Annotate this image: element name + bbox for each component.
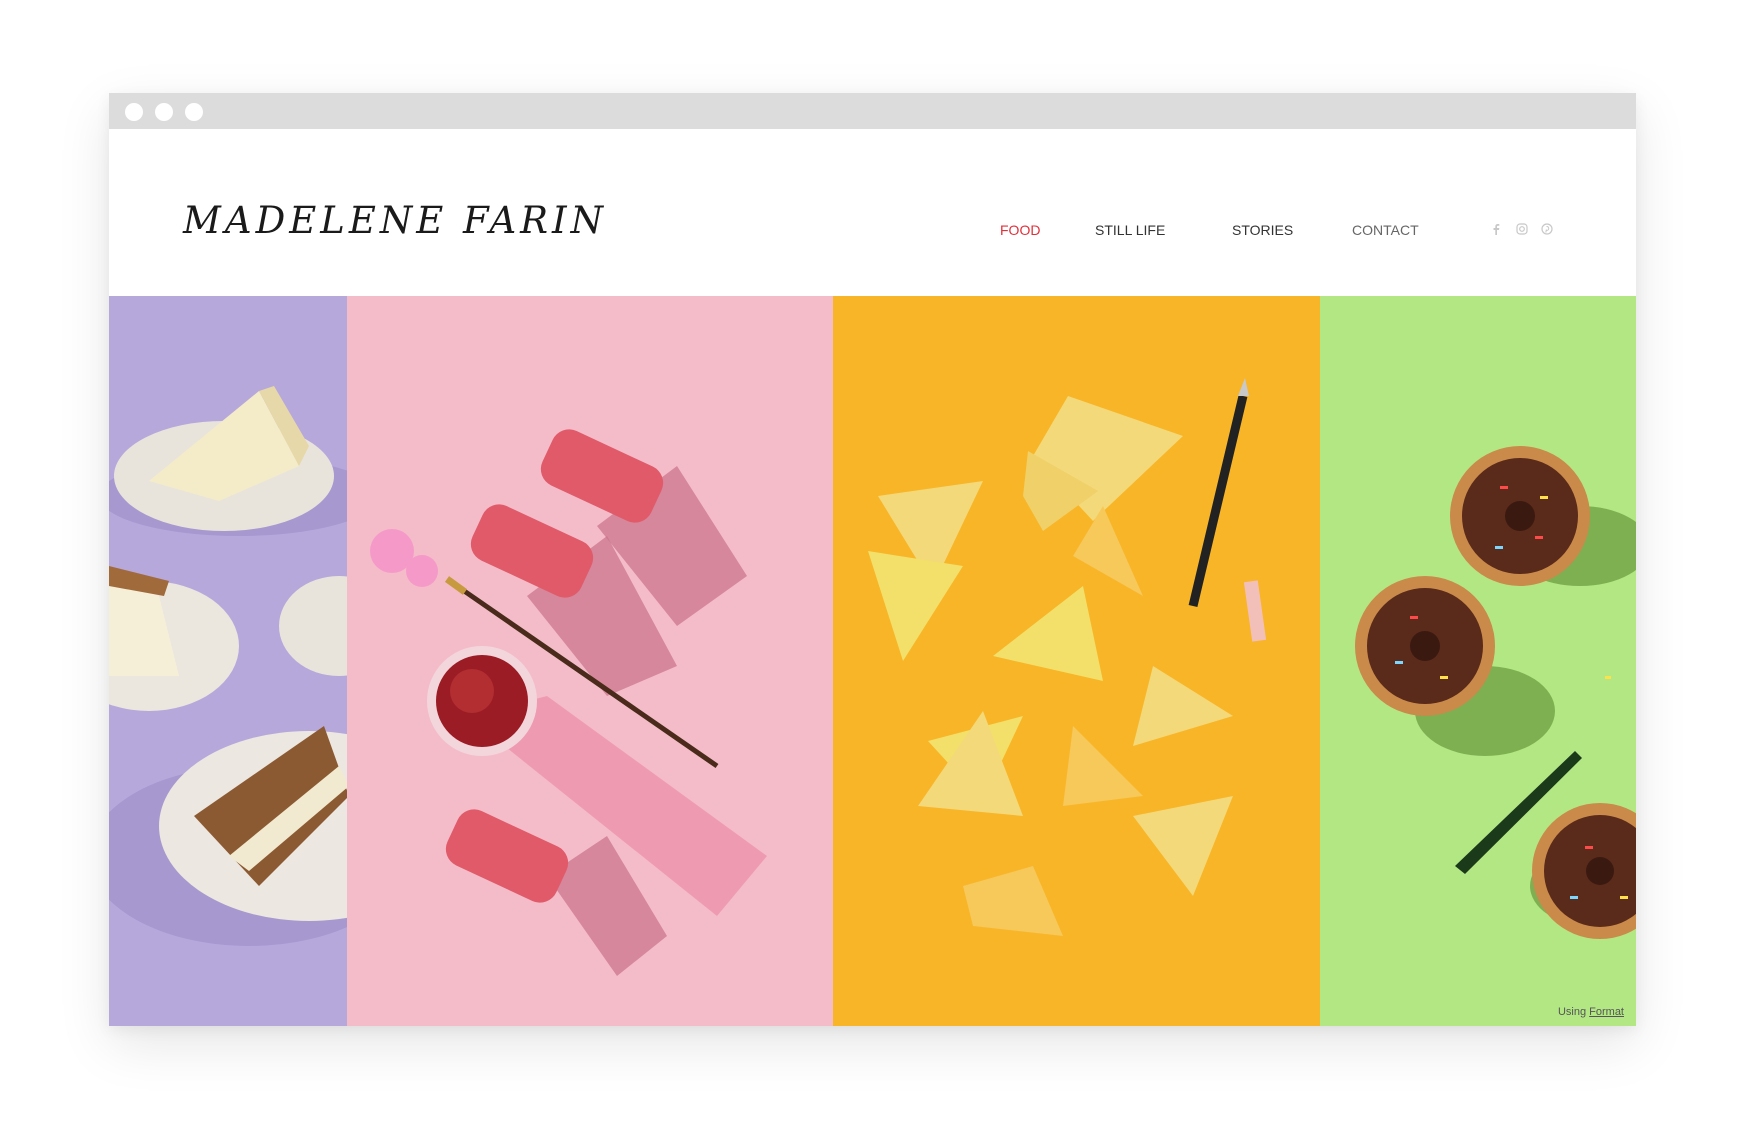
- gallery: Using Format: [109, 296, 1636, 1026]
- facebook-icon[interactable]: [1492, 223, 1500, 238]
- site-header: MADELENE FARIN FOOD STILL LIFE STORIES C…: [109, 129, 1636, 296]
- main-nav: FOOD STILL LIFE STORIES CONTACT: [109, 222, 1636, 242]
- format-credit: Using Format: [1558, 1006, 1624, 1018]
- format-link[interactable]: Format: [1589, 1006, 1624, 1018]
- instagram-icon[interactable]: [1516, 223, 1528, 238]
- window-dot-maximize[interactable]: [185, 103, 203, 121]
- gallery-image-donuts[interactable]: Using Format: [1320, 296, 1636, 1026]
- nav-item-still-life[interactable]: STILL LIFE: [1095, 222, 1165, 238]
- gallery-image-cake[interactable]: [109, 296, 347, 1026]
- pinterest-icon[interactable]: [1541, 223, 1553, 238]
- nav-item-food[interactable]: FOOD: [1000, 222, 1040, 238]
- window-dot-close[interactable]: [125, 103, 143, 121]
- browser-window: MADELENE FARIN FOOD STILL LIFE STORIES C…: [109, 93, 1636, 1026]
- gallery-image-chips[interactable]: [833, 296, 1320, 1026]
- credit-using-text: Using: [1557, 1006, 1587, 1018]
- gallery-image-pink-bars[interactable]: [347, 296, 833, 1026]
- nav-item-contact[interactable]: CONTACT: [1352, 222, 1419, 238]
- browser-chrome: [109, 93, 1636, 129]
- nav-item-stories[interactable]: STORIES: [1232, 222, 1293, 238]
- window-dot-minimize[interactable]: [155, 103, 173, 121]
